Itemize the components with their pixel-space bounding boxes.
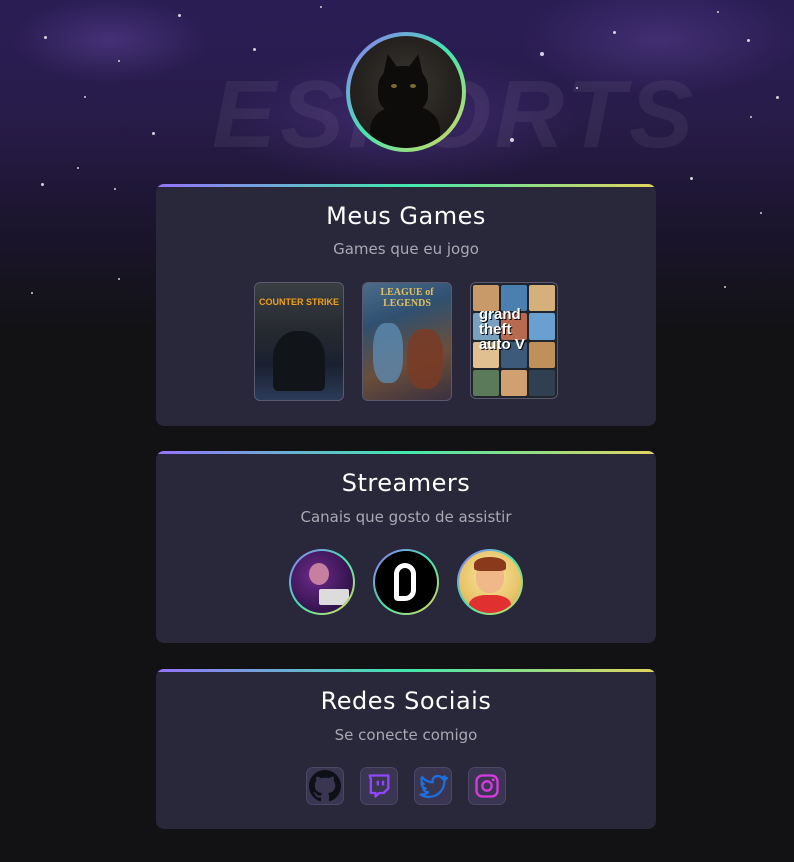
github-icon <box>309 770 341 802</box>
social-subtitle: Se conecte comigo <box>334 726 478 744</box>
twitter-link[interactable] <box>414 767 452 805</box>
game-cover-counter-strike[interactable]: COUNTER STRIKE <box>254 282 344 401</box>
game-cover-gta-v[interactable]: grand theft auto V <box>470 282 558 399</box>
streamers-title: Streamers <box>341 469 471 497</box>
social-card: Redes Sociais Se conecte comigo <box>156 669 656 829</box>
twitter-icon <box>419 774 448 798</box>
streamer-avatar-3[interactable] <box>457 549 523 615</box>
instagram-icon <box>475 774 499 798</box>
cat-photo <box>350 36 462 148</box>
social-title: Redes Sociais <box>320 687 492 715</box>
games-title: Meus Games <box>326 202 486 230</box>
social-list <box>156 767 656 805</box>
games-card: Meus Games Games que eu jogo COUNTER STR… <box>156 184 656 426</box>
games-list: COUNTER STRIKE LEAGUE of LEGENDS grand t… <box>156 282 656 401</box>
games-subtitle: Games que eu jogo <box>333 240 479 258</box>
game-cover-label: LEAGUE of LEGENDS <box>380 287 434 309</box>
streamers-card: Streamers Canais que gosto de assistir <box>156 451 656 643</box>
game-cover-league-of-legends[interactable]: LEAGUE of LEGENDS <box>362 282 452 401</box>
instagram-link[interactable] <box>468 767 506 805</box>
game-cover-label: COUNTER STRIKE <box>258 297 339 307</box>
streamers-list <box>156 549 656 615</box>
streamer-avatar-2[interactable] <box>373 549 439 615</box>
twitch-icon <box>368 774 390 798</box>
twitch-link[interactable] <box>360 767 398 805</box>
github-link[interactable] <box>306 767 344 805</box>
streamer-avatar-1[interactable] <box>289 549 355 615</box>
streamers-subtitle: Canais que gosto de assistir <box>300 508 512 526</box>
game-cover-label: grand theft auto V <box>479 306 525 353</box>
profile-avatar <box>346 32 466 152</box>
